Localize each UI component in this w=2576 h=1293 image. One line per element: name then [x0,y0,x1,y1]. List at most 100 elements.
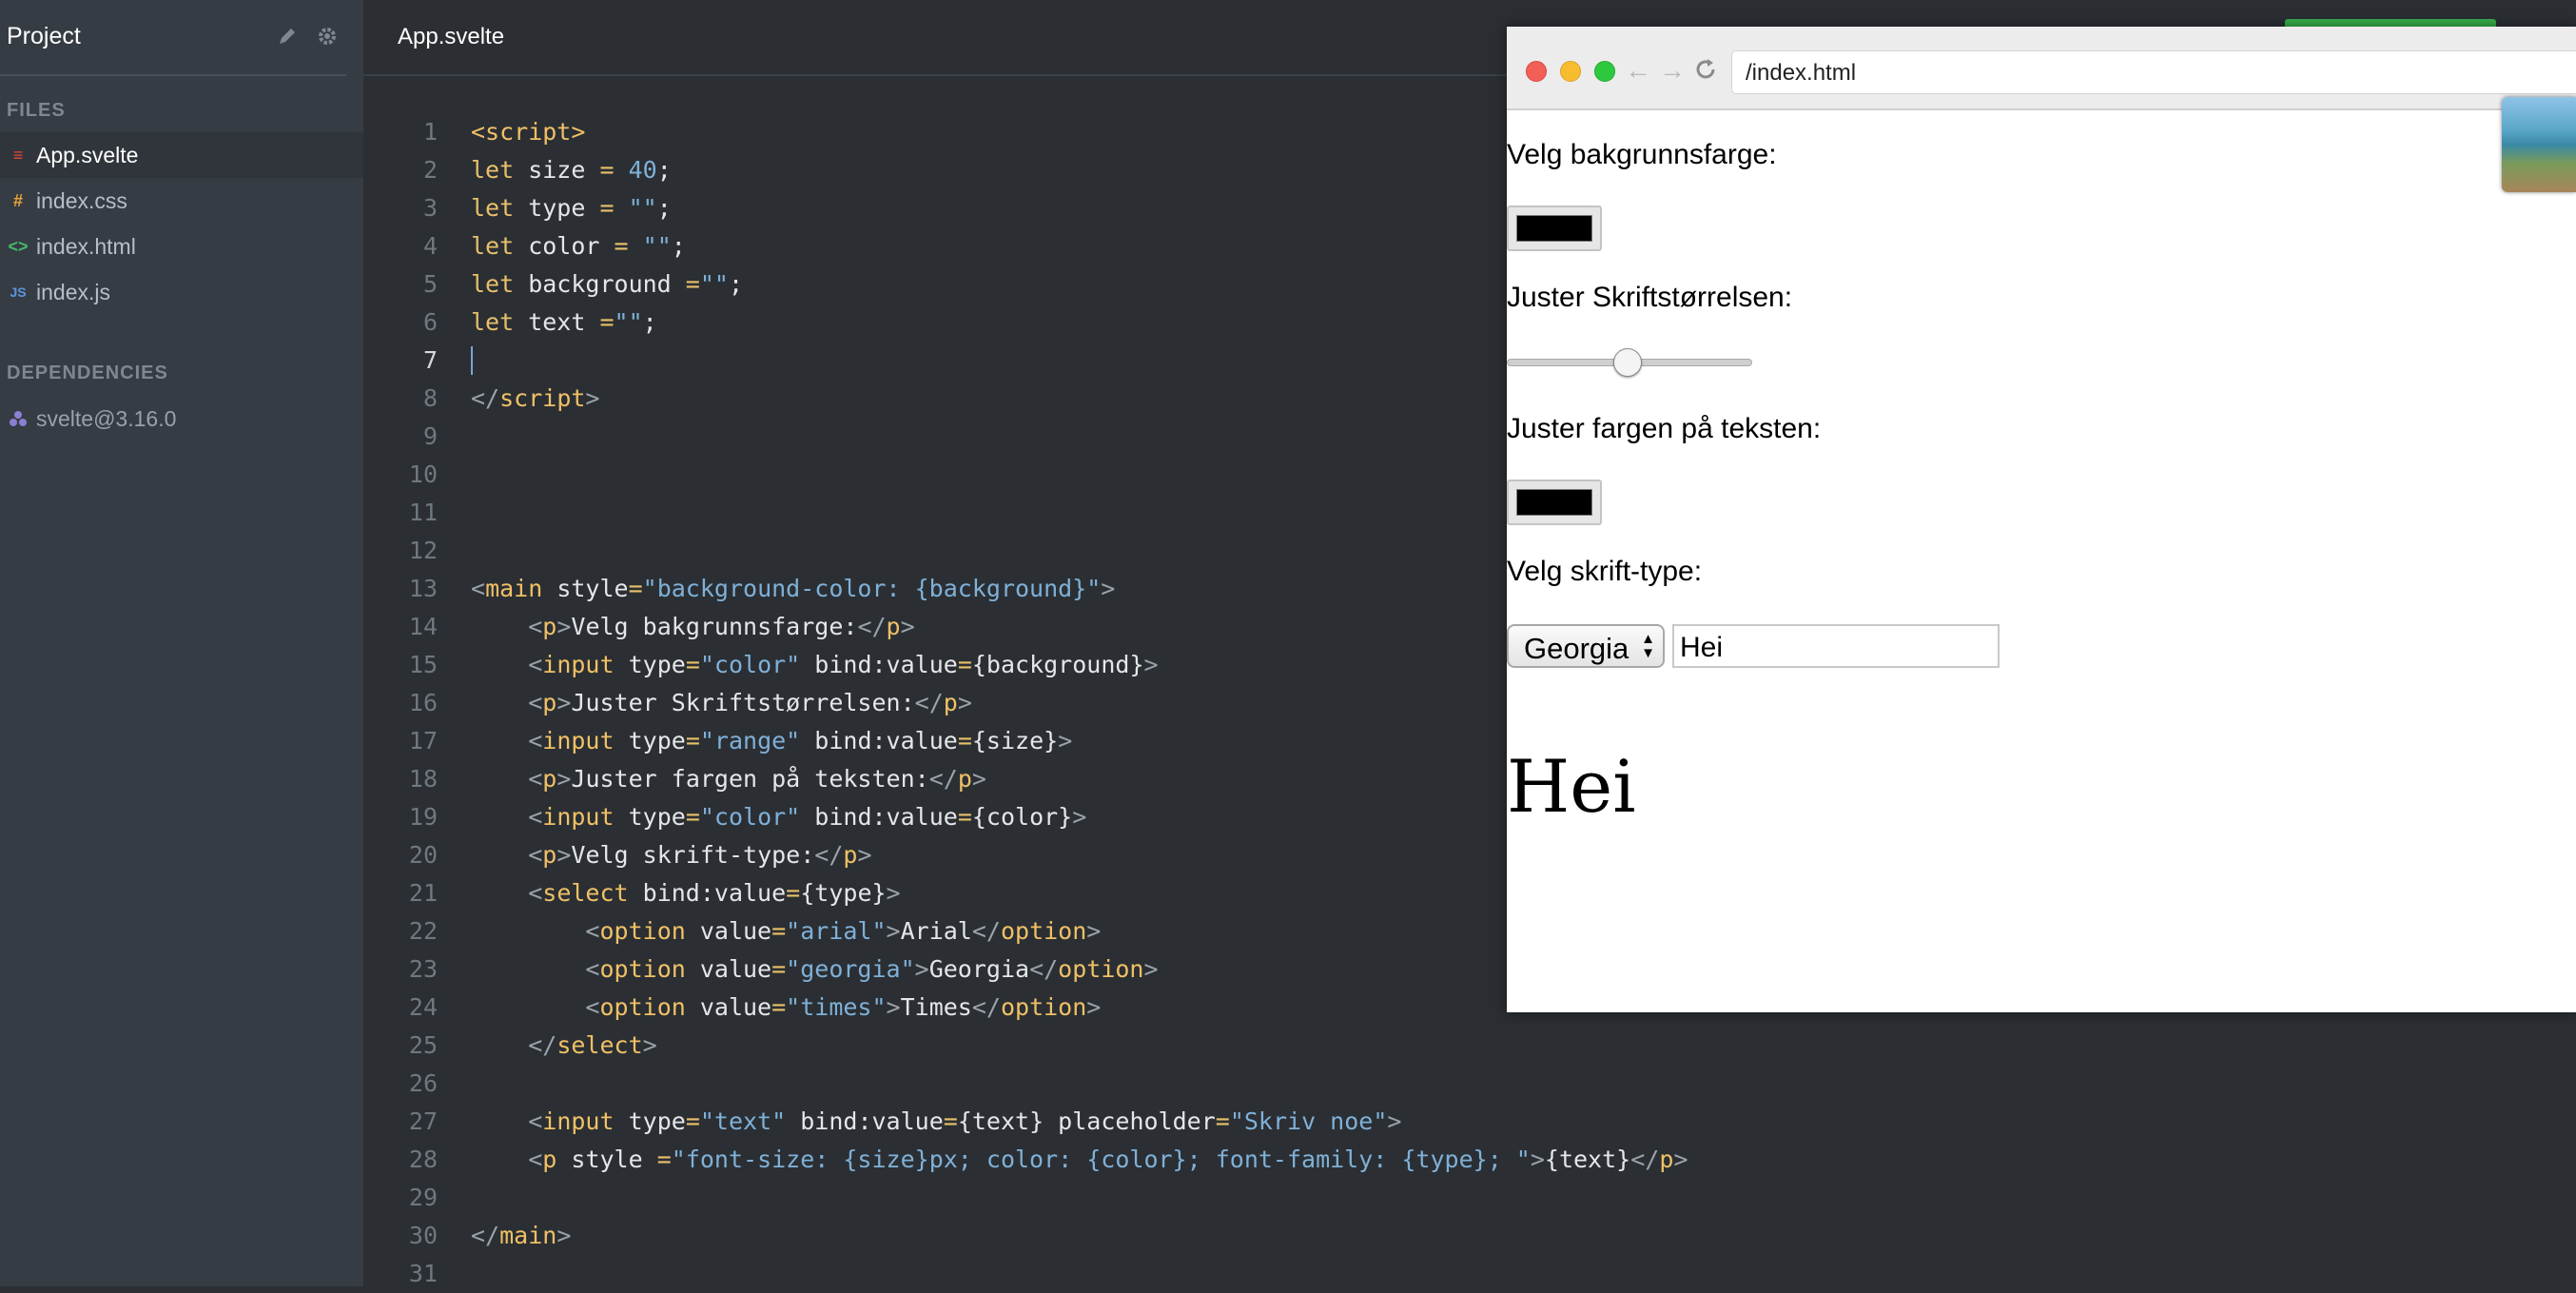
background-color-picker[interactable] [1507,206,1602,251]
code-line: 29 [363,1179,2576,1217]
reload-icon[interactable] [1693,57,1718,87]
output-text: Hei [1507,744,1636,829]
code-text: <input type="color" bind:value={color}> [528,803,1087,831]
line-number: 31 [408,1260,438,1287]
file-item-label: index.css [36,187,127,213]
svelte-file-icon: ≡ [12,145,24,165]
code-line: 27 <input type="text" bind:value={text} … [363,1103,2576,1141]
package-icon [0,410,36,427]
close-window-button[interactable] [1526,61,1547,82]
line-number: 4 [422,232,438,260]
gear-icon[interactable] [310,19,344,53]
maximize-window-button[interactable] [1594,61,1615,82]
line-number: 23 [408,955,438,983]
line-number: 9 [422,422,438,450]
file-item-app-svelte[interactable]: ≡ App.svelte [0,132,363,178]
line-number: 22 [408,917,438,945]
file-item-label: App.svelte [36,142,139,167]
tab-app-svelte[interactable]: App.svelte [398,24,504,50]
font-type-select[interactable]: Georgia ▲ ▼ [1507,624,1665,668]
text-input[interactable]: Hei [1672,624,2000,668]
line-number: 17 [408,727,438,754]
file-item-index-css[interactable]: # index.css [0,178,363,224]
browser-toolbar: ← → /index.html [1507,27,2576,110]
code-text: <input type="color" bind:value={backgrou… [528,651,1159,678]
code-text: <option value="arial">Arial</option> [585,917,1102,945]
file-item-index-html[interactable]: <> index.html [0,224,363,269]
minimize-window-button[interactable] [1560,61,1581,82]
sidebar-header: Project [0,0,346,76]
code-text: </select> [528,1031,657,1059]
pencil-icon[interactable] [270,19,304,53]
code-text: <input type="range" bind:value={size}> [528,727,1073,754]
url-bar[interactable]: /index.html [1731,50,2576,94]
line-number: 3 [422,194,438,222]
file-item-label: index.js [36,279,110,304]
line-number: 5 [422,270,438,298]
dependency-item[interactable]: svelte@3.16.0 [0,396,363,441]
file-item-label: index.html [36,233,136,259]
line-number: 21 [408,879,438,907]
code-text: <p>Juster fargen på teksten:</p> [528,765,986,793]
code-text: <option value="times">Times</option> [585,993,1102,1021]
line-number: 8 [422,384,438,412]
dependencies-section-label: DEPENDENCIES [7,362,168,383]
code-text: let type = ""; [471,194,672,222]
code-text: <select bind:value={type}> [528,879,901,907]
html-file-icon: <> [8,236,29,256]
forward-arrow-icon[interactable]: → [1659,57,1686,84]
line-number: 19 [408,803,438,831]
code-text: <p>Juster Skriftstørrelsen:</p> [528,689,972,716]
background-color-label: Velg bakgrunnsfarge: [1507,139,1777,170]
code-text: <input type="text" bind:value={text} pla… [528,1107,1402,1135]
code-text: let background =""; [471,270,744,298]
font-size-slider-thumb[interactable] [1613,348,1642,377]
line-number: 11 [408,499,438,526]
line-number: 12 [408,537,438,564]
line-number: 6 [422,308,438,336]
line-number: 10 [408,460,438,488]
line-number: 25 [408,1031,438,1059]
text-cursor [471,346,473,375]
line-number: 24 [408,993,438,1021]
text-color-label: Juster fargen på teksten: [1507,413,1822,444]
code-text: let text =""; [471,308,657,336]
font-type-label: Velg skrift-type: [1507,556,1703,587]
line-number: 13 [408,575,438,602]
code-line: 31 [363,1255,2576,1293]
code-text: let color = ""; [471,232,686,260]
dependency-label: svelte@3.16.0 [36,405,177,431]
url-text: /index.html [1746,60,1857,86]
text-color-swatch [1516,489,1592,516]
line-number: 29 [408,1184,438,1211]
line-number: 26 [408,1069,438,1097]
code-line: 25 </select> [363,1027,2576,1065]
line-number: 30 [408,1222,438,1249]
line-number: 7 [422,346,438,374]
back-arrow-icon[interactable]: ← [1625,57,1651,84]
sidebar: Project FILES ≡ App.svelte # index.css <> ind… [0,0,363,1286]
line-number: 14 [408,613,438,640]
image-thumbnail[interactable] [2502,97,2576,192]
green-indicator-bar [2285,19,2496,27]
code-line: 28 <p style ="font-size: {size}px; color… [363,1141,2576,1179]
font-size-label: Juster Skriftstørrelsen: [1507,282,1793,313]
code-line: 30 </main> [363,1217,2576,1255]
css-file-icon: # [12,190,23,210]
line-number: 28 [408,1146,438,1173]
file-item-index-js[interactable]: JS index.js [0,269,363,315]
select-arrows-icon: ▲ ▼ [1641,631,1655,661]
line-number: 1 [422,118,438,146]
code-text: </script> [471,384,600,412]
code-text: <p style ="font-size: {size}px; color: {… [528,1146,1688,1173]
font-type-selected-value: Georgia [1524,632,1630,665]
line-number: 27 [408,1107,438,1135]
code-text: <p>Velg bakgrunnsfarge:</p> [528,613,915,640]
line-number: 16 [408,689,438,716]
background-color-swatch [1516,215,1592,242]
code-text: </main> [471,1222,572,1249]
js-file-icon: JS [10,284,27,300]
line-number: 2 [422,156,438,184]
text-color-picker[interactable] [1507,480,1602,525]
browser-preview-window: ← → /index.html Velg bakgrunnsfarge: Jus… [1507,27,2576,1012]
